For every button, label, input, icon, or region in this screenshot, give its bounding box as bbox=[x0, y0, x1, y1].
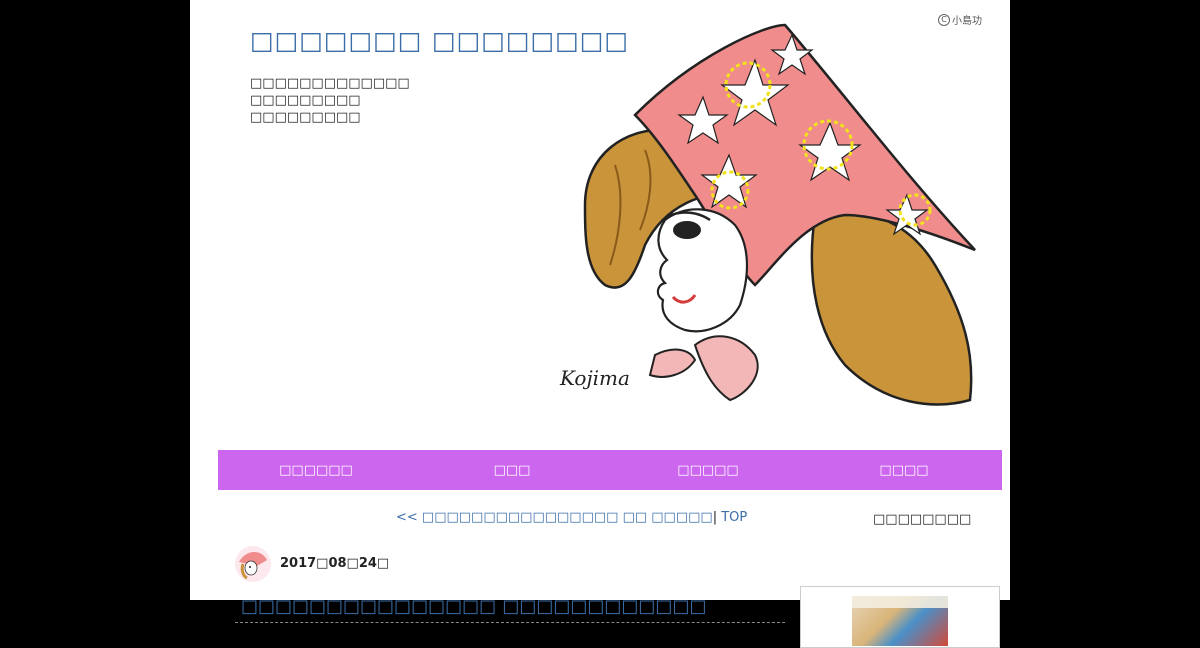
post-date: 2017□08□24□ bbox=[280, 556, 390, 571]
post-nav-separator: | bbox=[712, 510, 718, 525]
site-description: □□□□□□□□□□□□□ □□□□□□□□□ □□□□□□□□□ bbox=[250, 75, 410, 126]
sidebar-title: □□□□□□□□ bbox=[873, 512, 972, 527]
post-navigation: << □□□□□□□□□□□□□□□□ □□ □□□□□| TOP bbox=[396, 510, 796, 525]
author-avatar-icon[interactable] bbox=[235, 546, 271, 582]
post-title-divider bbox=[235, 622, 785, 623]
page-container: □□□□□□□ □□□□□□□□ □□□□□□□□□□□□□ □□□□□□□□□… bbox=[190, 0, 1010, 648]
sidebar-thumbnail[interactable] bbox=[852, 596, 948, 646]
artist-signature: Kojima bbox=[559, 366, 630, 390]
scarf-knot bbox=[693, 335, 759, 402]
prev-post-link[interactable]: << □□□□□□□□□□□□□□□□ □□ □□□□□ bbox=[396, 510, 713, 525]
site-description-line: □□□□□□□□□ bbox=[250, 110, 361, 125]
page-inner: □□□□□□□ □□□□□□□□ □□□□□□□□□□□□□ □□□□□□□□□… bbox=[200, 0, 1002, 648]
top-link[interactable]: TOP bbox=[721, 510, 747, 525]
nav-item[interactable]: □□□□□ bbox=[610, 450, 806, 490]
nav-item[interactable]: □□□□□□ bbox=[218, 450, 414, 490]
nav-item[interactable]: □□□ bbox=[414, 450, 610, 490]
site-description-line: □□□□□□□□□□□□□ bbox=[250, 76, 410, 91]
face bbox=[656, 208, 748, 333]
sidebar-banner[interactable] bbox=[800, 586, 1000, 648]
main-nav: □□□□□□ □□□ □□□□□ □□□□ bbox=[218, 450, 1002, 490]
woman-with-sakura-headscarf-illustration: Kojima bbox=[559, 23, 976, 406]
thumbnail-header-strip bbox=[852, 596, 948, 608]
post-title[interactable]: □□□□□□□□□□□□□□□ □□□□□□□□□□□□ bbox=[241, 596, 706, 617]
site-description-line: □□□□□□□□□ bbox=[250, 93, 361, 108]
nav-item[interactable]: □□□□ bbox=[806, 450, 1002, 490]
